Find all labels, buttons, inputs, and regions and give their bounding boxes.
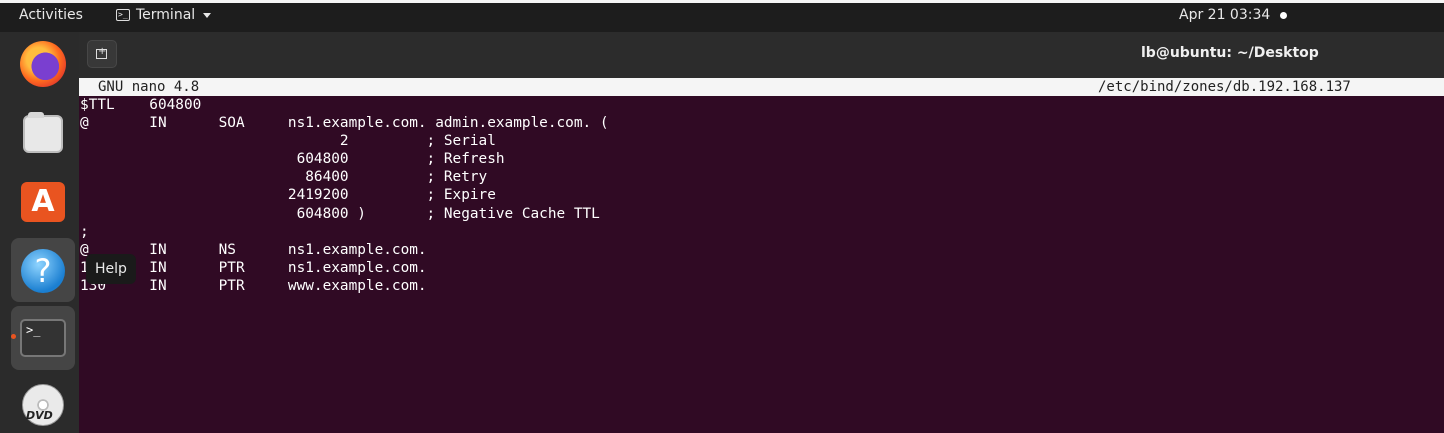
editor-line: $TTL 604800 xyxy=(80,97,202,113)
clock[interactable]: Apr 21 03:34 xyxy=(1179,7,1270,23)
activities-button[interactable]: Activities xyxy=(19,7,83,23)
window-title: lb@ubuntu: ~/Desktop xyxy=(1141,45,1319,61)
firefox-icon[interactable] xyxy=(20,41,66,87)
editor-line: 2419200 ; Expire xyxy=(80,187,496,204)
help-icon[interactable]: ? xyxy=(21,249,65,293)
running-indicator xyxy=(11,334,16,339)
software-store-icon[interactable]: A xyxy=(21,182,65,222)
help-tooltip: Help xyxy=(86,254,136,284)
app-menu-label: Terminal xyxy=(136,7,196,23)
dvd-icon[interactable]: DVD xyxy=(22,384,64,426)
dock xyxy=(0,32,79,433)
nano-title-bar: GNU nano 4.8 /etc/bind/zones/db.192.168.… xyxy=(79,78,1444,96)
editor-area[interactable]: $TTL 604800 @ IN SOA ns1.example.com. ad… xyxy=(80,96,609,295)
editor-line: 604800 ; Refresh xyxy=(80,151,505,168)
chevron-down-icon xyxy=(203,12,212,18)
new-tab-button[interactable] xyxy=(87,40,117,68)
editor-line: 86400 ; Retry xyxy=(80,169,488,186)
window-header: lb@ubuntu: ~/Desktop xyxy=(79,32,1444,78)
app-menu[interactable]: >_ Terminal xyxy=(116,7,212,23)
file-path: /etc/bind/zones/db.192.168.137 xyxy=(1098,79,1351,95)
editor-line: 604800 ) ; Negative Cache TTL xyxy=(80,205,600,222)
top-edge xyxy=(0,0,1444,3)
new-tab-icon xyxy=(96,46,107,59)
top-bar: Activities >_ Terminal Apr 21 03:34 xyxy=(0,0,1444,32)
editor-line: @ IN SOA ns1.example.com. admin.example.… xyxy=(80,115,609,132)
editor-line: 2 ; Serial xyxy=(80,133,496,150)
files-icon[interactable] xyxy=(23,112,63,153)
terminal-icon[interactable]: >_ xyxy=(20,319,66,357)
notification-dot-icon xyxy=(1280,12,1287,19)
terminal-menu-icon: >_ xyxy=(116,9,130,21)
nano-version: GNU nano 4.8 xyxy=(98,79,200,95)
editor-line: ; xyxy=(80,223,89,240)
dvd-label: DVD xyxy=(26,409,53,422)
